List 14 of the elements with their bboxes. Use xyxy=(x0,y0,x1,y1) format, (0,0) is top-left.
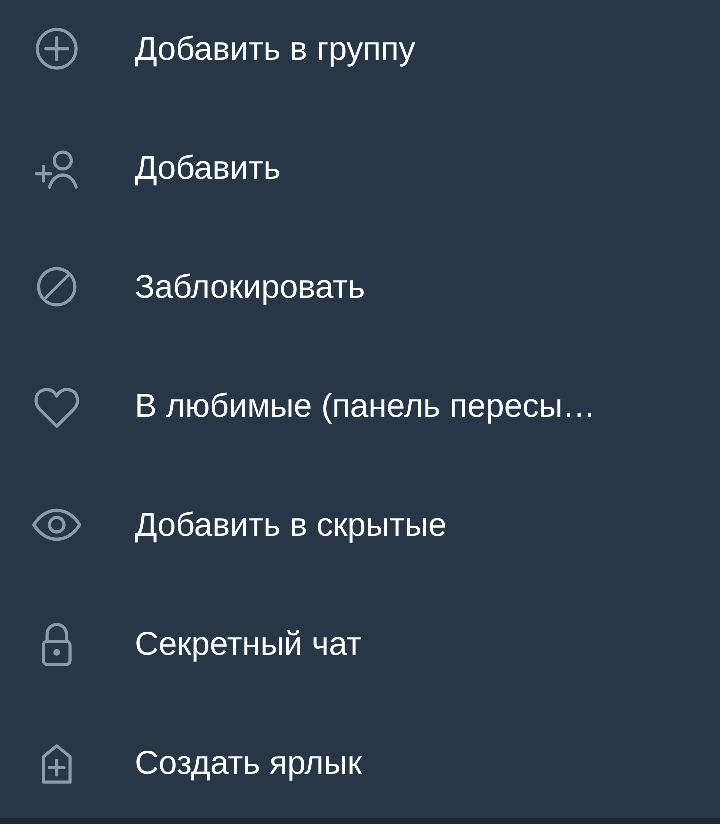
menu-item[interactable]: Заблокировать xyxy=(0,227,720,346)
menu-item[interactable]: Секретный чат xyxy=(0,584,720,703)
menu-item[interactable]: В любимые (панель пересы… xyxy=(0,346,720,465)
menu-item[interactable]: Добавить xyxy=(0,108,720,227)
menu-item-label: Секретный чат xyxy=(135,624,362,662)
menu-item[interactable]: Добавить в скрытые xyxy=(0,465,720,584)
menu-item-label: Добавить в скрытые xyxy=(135,506,447,544)
menu-item[interactable]: Создать ярлык xyxy=(0,703,720,818)
menu-item-label: Заблокировать xyxy=(135,268,366,306)
menu-item-label: Создать ярлык xyxy=(135,744,362,782)
menu-item-label: Добавить xyxy=(135,148,281,186)
menu-item-label: В любимые (панель пересы… xyxy=(135,386,596,424)
menu-item-label: Добавить в группу xyxy=(135,30,416,68)
menu-item[interactable]: Добавить в группу xyxy=(0,0,720,108)
